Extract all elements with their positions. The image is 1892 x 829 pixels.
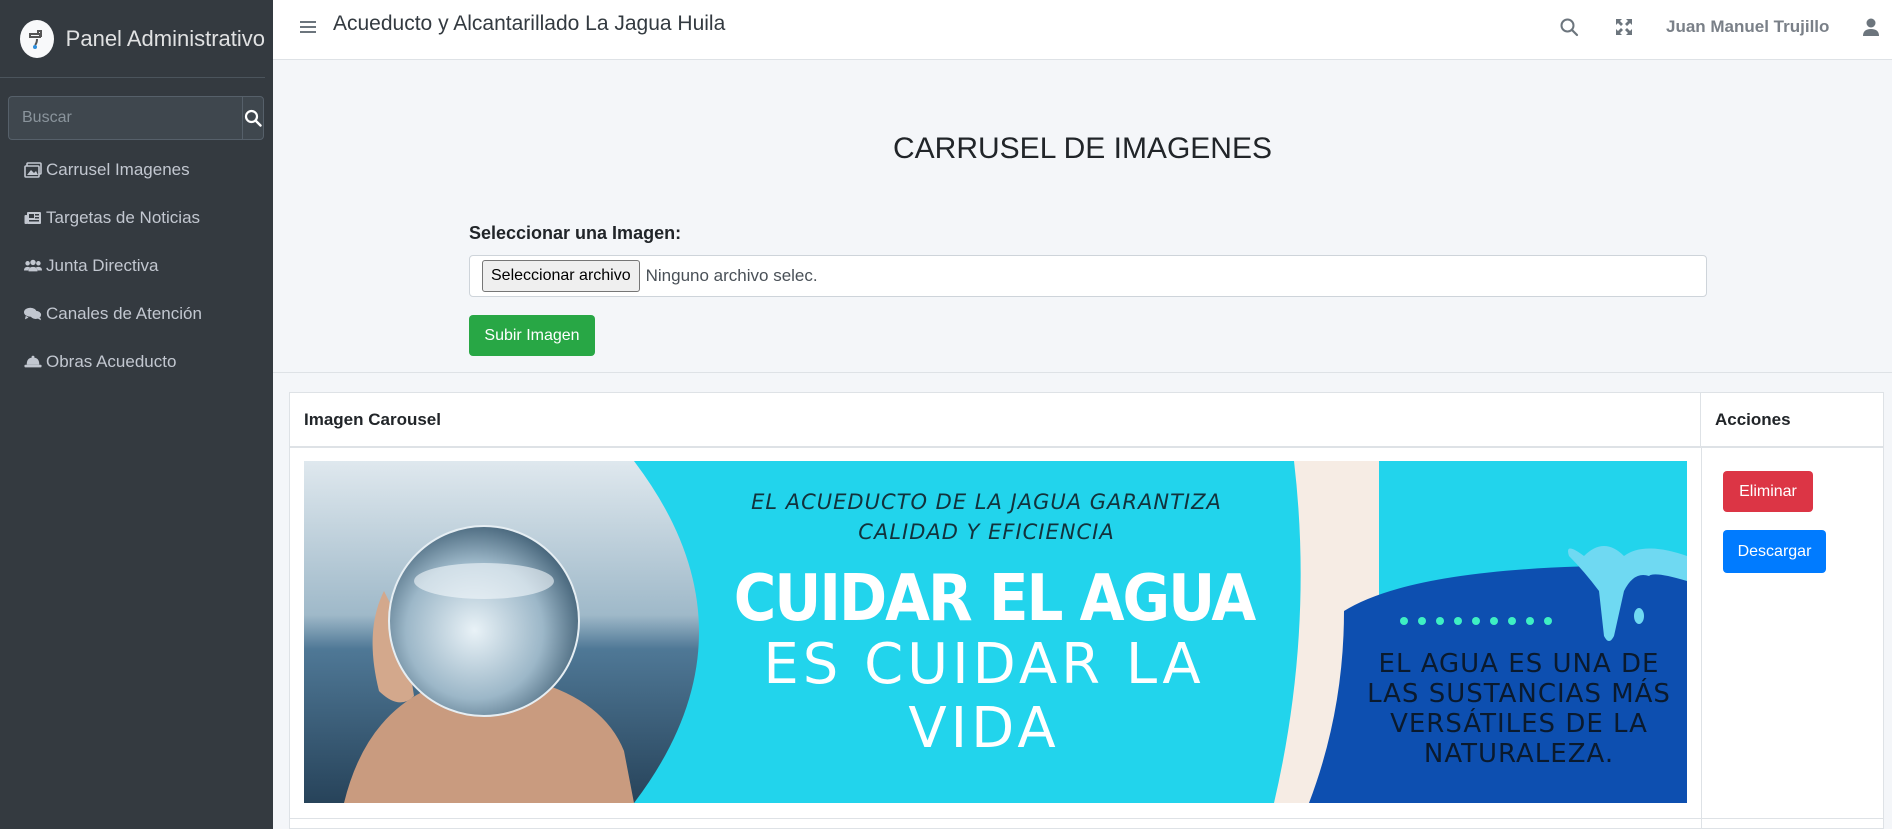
sidebar-search: [8, 96, 264, 140]
banner-headline: CUIDAR EL AGUA: [733, 560, 1257, 636]
sidebar-search-button[interactable]: [242, 96, 264, 140]
column-divider: [1701, 448, 1702, 829]
bars-icon[interactable]: [299, 18, 317, 36]
sidebar-item-canales[interactable]: Canales de Atención: [0, 290, 273, 338]
sidebar-item-noticias[interactable]: Targetas de Noticias: [0, 194, 273, 242]
table-header-image: Imagen Carousel: [290, 393, 1701, 448]
banner-subline: ES CUIDAR LA VIDA: [763, 632, 1205, 761]
brand[interactable]: Panel Administrativo: [0, 0, 265, 78]
site-title[interactable]: Acueducto y Alcantarillado La Jagua Huil…: [333, 12, 725, 36]
upload-section: CARRUSEL DE IMAGENES Seleccionar una Ima…: [273, 60, 1892, 373]
search-icon[interactable]: [1559, 17, 1579, 37]
sidebar-item-label: Obras Acueducto: [46, 352, 177, 371]
newspaper-icon: [24, 212, 41, 224]
images-icon: [24, 162, 42, 178]
banner-tagline: EL ACUEDUCTO DE LA JAGUA GARANTIZA CALID…: [751, 490, 1222, 544]
download-button[interactable]: Descargar: [1723, 530, 1826, 573]
sidebar-item-carrusel[interactable]: Carrusel Imagenes: [0, 146, 273, 194]
user-name[interactable]: Juan Manuel Trujillo: [1666, 17, 1829, 37]
file-input[interactable]: Seleccionar archivo Ninguno archivo sele…: [469, 255, 1707, 297]
comments-icon: [24, 307, 42, 321]
row-divider: [290, 818, 1883, 819]
expand-icon[interactable]: [1614, 17, 1634, 37]
sidebar-item-label: Canales de Atención: [46, 304, 202, 323]
page-title: CARRUSEL DE IMAGENES: [893, 132, 1272, 165]
sidebar-item-junta[interactable]: Junta Directiva: [0, 242, 273, 290]
sidebar-nav: Carrusel Imagenes Targetas de Noticias J…: [0, 146, 273, 386]
sidebar: Panel Administrativo Carrusel Imagenes T…: [0, 0, 273, 829]
sidebar-item-label: Targetas de Noticias: [46, 208, 201, 227]
sidebar-item-label: Junta Directiva: [46, 256, 159, 275]
hard-hat-icon: [24, 355, 42, 368]
carousel-image: EL ACUEDUCTO DE LA JAGUA GARANTIZA CALID…: [304, 461, 1687, 803]
sidebar-item-label: Carrusel Imagenes: [46, 160, 190, 179]
choose-file-button[interactable]: Seleccionar archivo: [482, 260, 640, 292]
banner-side-text: EL AGUA ES UNA DE LAS SUSTANCIAS MÁS VER…: [1367, 649, 1671, 769]
file-label: Seleccionar una Imagen:: [469, 223, 682, 243]
carousel-table: Imagen Carousel Acciones EL ACUEDUCTO DE…: [289, 392, 1884, 829]
brand-logo-icon: [20, 19, 54, 58]
upload-image-button[interactable]: Subir Imagen: [469, 315, 595, 356]
sidebar-item-obras[interactable]: Obras Acueducto: [0, 338, 273, 386]
top-navbar: Acueducto y Alcantarillado La Jagua Huil…: [273, 0, 1892, 60]
brand-title: Panel Administrativo: [65, 25, 265, 51]
file-status: Ninguno archivo selec.: [645, 266, 818, 285]
search-icon: [244, 109, 262, 127]
user-icon[interactable]: [1861, 17, 1881, 37]
users-icon: [24, 259, 42, 272]
sidebar-search-input[interactable]: [8, 96, 242, 140]
delete-button[interactable]: Eliminar: [1723, 471, 1813, 512]
table-header-actions: Acciones: [1701, 393, 1883, 448]
